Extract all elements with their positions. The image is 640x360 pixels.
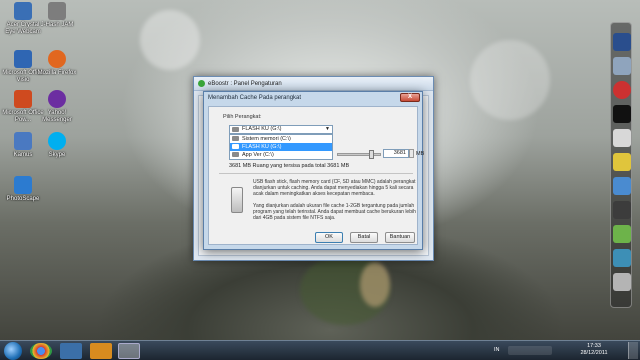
device-select-value: FLASH KU (G:\) xyxy=(242,126,282,132)
cache-size-slider[interactable] xyxy=(337,153,381,156)
size-unit: MB xyxy=(416,151,425,157)
messenger-icon xyxy=(48,90,66,108)
tray-icons[interactable] xyxy=(508,346,552,355)
device-option-selected[interactable]: FLASH KU (G:\) xyxy=(230,143,332,151)
winamp-taskbar-icon[interactable] xyxy=(90,343,112,359)
device-option-label: FLASH KU (G:\) xyxy=(242,144,282,150)
usb-drive-icon xyxy=(231,187,243,213)
desktop-icon-label: Skype xyxy=(48,152,66,158)
device-select[interactable]: FLASH KU (G:\) ▼ xyxy=(229,125,333,134)
gadget-dock xyxy=(610,22,632,308)
desktop-icon-label: Mozilla Firefox xyxy=(37,70,77,76)
info-text-2: Yang dianjurkan adalah ukuran file cache… xyxy=(253,203,416,221)
desktop-icon-label: PhotoScape xyxy=(6,196,40,202)
show-desktop-button[interactable] xyxy=(628,342,638,359)
drive-icon xyxy=(232,152,239,157)
powerpoint-icon xyxy=(14,90,32,108)
dock-app-icon[interactable] xyxy=(613,273,631,291)
dock-app-icon[interactable] xyxy=(613,105,631,123)
photoscape-icon xyxy=(14,176,32,194)
dock-app-icon[interactable] xyxy=(613,81,631,99)
desktop-icon-photoscape[interactable]: PhotoScape xyxy=(2,176,44,203)
background-bokeh xyxy=(470,40,550,120)
add-cache-dialog: Menambah Cache Pada perangkat X Pilih Pe… xyxy=(203,91,424,250)
start-button[interactable] xyxy=(4,342,22,360)
cache-size-input[interactable]: 3681 xyxy=(383,149,409,158)
dock-app-icon[interactable] xyxy=(613,201,631,219)
device-option-label: App Ver (C:\) xyxy=(242,152,274,158)
dock-app-icon[interactable] xyxy=(613,225,631,243)
device-label: Pilih Perangkat: xyxy=(223,114,262,120)
dock-app-icon[interactable] xyxy=(613,249,631,267)
skype-icon xyxy=(48,132,66,150)
help-button[interactable]: Bantuan xyxy=(385,232,415,243)
desktop-icon-skype[interactable]: Skype xyxy=(36,132,78,159)
dock-app-icon[interactable] xyxy=(613,177,631,195)
cache-size-value: 3681 xyxy=(393,150,406,156)
device-option-label: Sistem memori (C:\) xyxy=(242,136,291,142)
desktop-icon-messenger[interactable]: Yahoo! Messenger xyxy=(36,90,78,124)
close-button[interactable]: X xyxy=(400,93,420,102)
webcam-icon xyxy=(14,2,32,20)
background-bokeh xyxy=(140,10,200,70)
chevron-down-icon: ▼ xyxy=(325,126,330,132)
visio-icon xyxy=(14,50,32,68)
window-titlebar[interactable]: eBoostr : Panel Pengaturan xyxy=(194,77,433,91)
desktop-icon-firefox[interactable]: Mozilla Firefox xyxy=(36,50,78,77)
dock-app-icon[interactable] xyxy=(613,129,631,147)
dialog-titlebar[interactable]: Menambah Cache Pada perangkat xyxy=(204,92,422,104)
window-title: eBoostr : Panel Pengaturan xyxy=(208,80,282,87)
memory-icon xyxy=(232,136,239,141)
free-space-text: 3681 MB Ruang yang tersisa pada total 36… xyxy=(229,163,350,169)
device-option[interactable]: Sistem memori (C:\) xyxy=(230,135,332,143)
device-option[interactable]: App Ver (C:\) xyxy=(230,151,332,159)
device-dropdown-list: Sistem memori (C:\) FLASH KU (G:\) App V… xyxy=(229,134,333,160)
app-icon xyxy=(48,2,66,20)
dock-app-icon[interactable] xyxy=(613,57,631,75)
desktop-icon-jhash[interactable]: J-Hash JAM xyxy=(36,2,78,29)
info-text-1: USB flash stick, flash memory card (CF, … xyxy=(253,179,416,197)
explorer-taskbar-icon[interactable] xyxy=(60,343,82,359)
flash-drive-icon xyxy=(232,127,239,132)
clock-time: 17:33 xyxy=(587,343,601,349)
clock-gadget-icon[interactable] xyxy=(613,33,631,51)
taskbar: IN 17:33 28/12/2011 xyxy=(0,340,640,360)
slider-thumb[interactable] xyxy=(369,150,374,159)
clock-date: 28/12/2011 xyxy=(580,350,608,356)
firefox-icon xyxy=(48,50,66,68)
divider xyxy=(219,173,413,174)
size-stepper[interactable] xyxy=(409,149,414,158)
desktop-icon-label: J-Hash JAM xyxy=(40,22,74,28)
dock-app-icon[interactable] xyxy=(613,153,631,171)
eboostr-logo-icon xyxy=(198,80,205,87)
dictionary-icon xyxy=(14,132,32,150)
eboostr-taskbar-icon[interactable] xyxy=(118,343,140,359)
language-indicator[interactable]: IN xyxy=(494,347,500,353)
desktop-icon-label: Yahoo! Messenger xyxy=(42,110,72,123)
dialog-title: Menambah Cache Pada perangkat xyxy=(208,95,302,101)
flash-drive-icon xyxy=(232,144,239,149)
ok-button[interactable]: OK xyxy=(315,232,343,243)
dialog-content: Pilih Perangkat: FLASH KU (G:\) ▼ Sistem… xyxy=(208,106,424,245)
background-bokeh xyxy=(360,262,390,307)
clock[interactable]: 17:33 28/12/2011 xyxy=(574,343,614,357)
cancel-button[interactable]: Batal xyxy=(350,232,378,243)
chrome-taskbar-icon[interactable] xyxy=(30,343,52,359)
